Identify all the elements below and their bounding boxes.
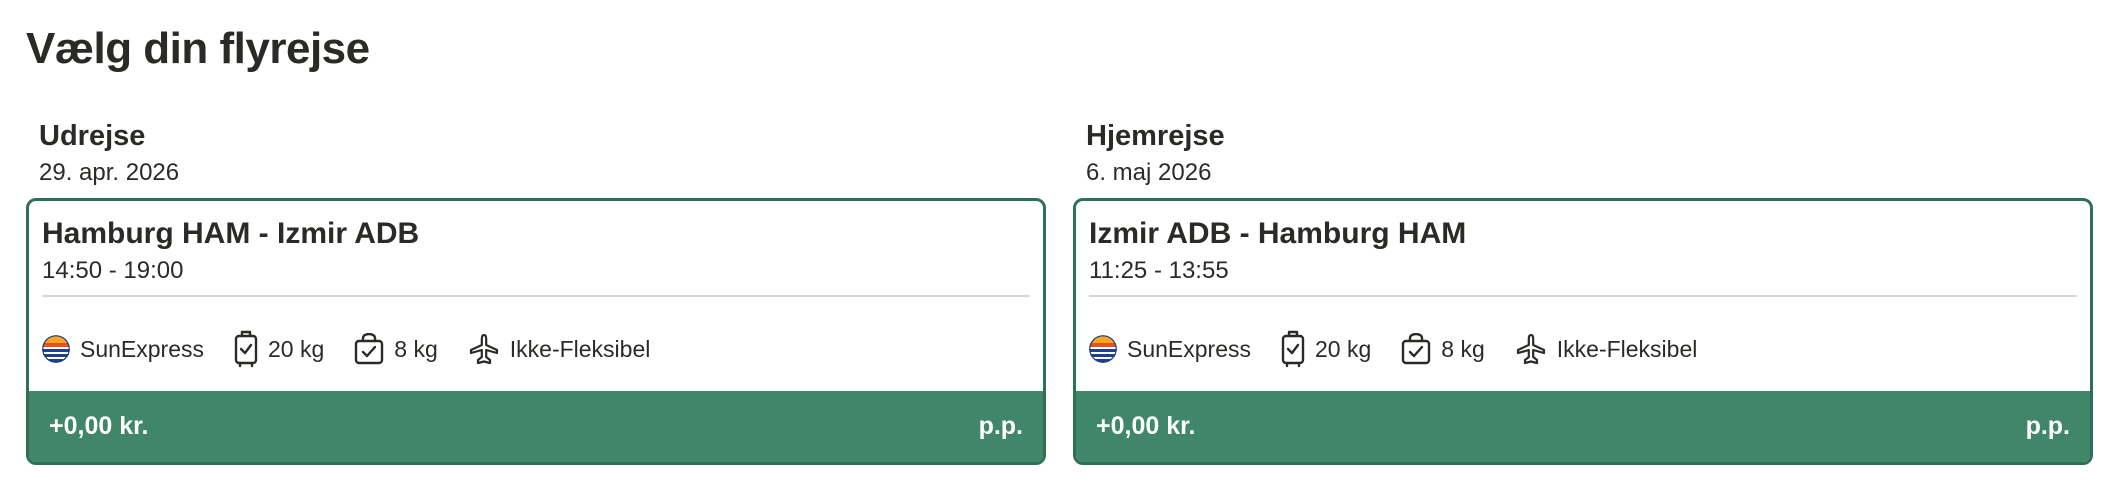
price-unit: p.p. (2025, 412, 2070, 440)
return-section: Hjemrejse 6. maj 2026 Izmir ADB - Hambur… (1073, 118, 2093, 465)
flight-features: SunExpress 20 kg 8 kg Ikke-Fleksibel (42, 329, 680, 369)
divider (1089, 295, 2077, 297)
flight-times: 11:25 - 13:55 (1089, 257, 1229, 284)
checked-baggage-weight: 20 kg (1315, 335, 1372, 362)
outbound-section: Udrejse 29. apr. 2026 Hamburg HAM - Izmi… (26, 118, 1046, 465)
price-value: +0,00 kr. (1096, 412, 1196, 440)
hand-baggage-info: 8 kg (1401, 333, 1485, 365)
flight-times: 14:50 - 19:00 (42, 257, 184, 284)
airline-info: SunExpress (42, 335, 204, 363)
divider (42, 295, 1030, 297)
checked-baggage-info: 20 kg (234, 330, 324, 368)
sunexpress-logo-icon (42, 335, 70, 363)
hand-baggage-weight: 8 kg (394, 335, 438, 362)
airline-name: SunExpress (80, 335, 205, 362)
checked-baggage-weight: 20 kg (268, 335, 325, 362)
flight-route: Hamburg HAM - Izmir ADB (42, 217, 420, 250)
sunexpress-logo-icon (1089, 335, 1117, 363)
flight-selection-page: Vælg din flyrejse Udrejse 29. apr. 2026 … (0, 0, 2116, 488)
flight-features: SunExpress 20 kg 8 kg Ikke-Fleksibel (1089, 329, 1727, 369)
suitcase-check-icon (1281, 330, 1305, 368)
outbound-date: 29. apr. 2026 (39, 159, 180, 186)
suitcase-check-icon (234, 330, 258, 368)
return-heading: Hjemrejse (1086, 120, 1225, 152)
hand-baggage-info: 8 kg (354, 333, 438, 365)
price-value: +0,00 kr. (49, 412, 149, 440)
flexibility-label: Ikke-Fleksibel (509, 335, 651, 362)
airline-info: SunExpress (1089, 335, 1251, 363)
airline-name: SunExpress (1127, 335, 1252, 362)
bag-check-icon (1401, 333, 1431, 365)
bag-check-icon (354, 333, 384, 365)
plane-icon (1515, 333, 1547, 365)
flexibility-info: Ikke-Fleksibel (1515, 333, 1698, 365)
outbound-heading: Udrejse (39, 120, 146, 152)
plane-icon (468, 333, 500, 365)
checked-baggage-info: 20 kg (1281, 330, 1371, 368)
price-bar[interactable]: +0,00 kr. p.p. (1076, 391, 2090, 462)
flexibility-info: Ikke-Fleksibel (468, 333, 651, 365)
hand-baggage-weight: 8 kg (1441, 335, 1485, 362)
page-title: Vælg din flyrejse (26, 24, 370, 73)
flight-route: Izmir ADB - Hamburg HAM (1089, 217, 1467, 250)
return-date: 6. maj 2026 (1086, 159, 1212, 186)
price-unit: p.p. (978, 412, 1023, 440)
flexibility-label: Ikke-Fleksibel (1556, 335, 1698, 362)
return-flight-card[interactable]: Izmir ADB - Hamburg HAM 11:25 - 13:55 Su… (1073, 198, 2093, 465)
price-bar[interactable]: +0,00 kr. p.p. (29, 391, 1043, 462)
outbound-flight-card[interactable]: Hamburg HAM - Izmir ADB 14:50 - 19:00 Su… (26, 198, 1046, 465)
